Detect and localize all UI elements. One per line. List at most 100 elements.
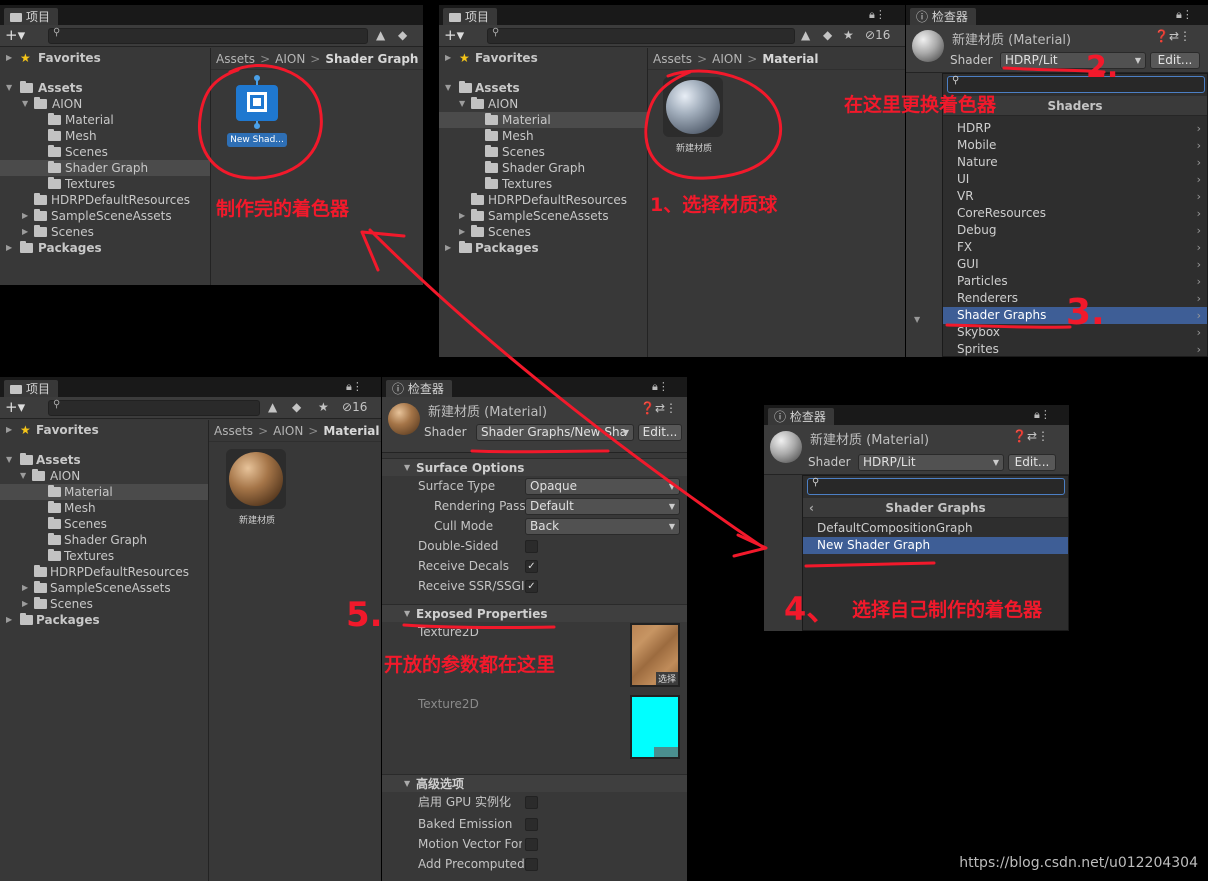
popup-item-gui[interactable]: GUI › [943,256,1207,273]
collapsed-section-arrow[interactable]: ▼ [914,315,920,324]
label-icon[interactable]: ◆ [398,28,407,42]
tab-inspector[interactable]: ⓘ 检查器 [768,408,834,426]
popup-item-fx[interactable]: FX › [943,239,1207,256]
create-plus-button[interactable]: +▾ [444,26,464,44]
tree-mesh[interactable]: Mesh [439,128,647,144]
popup-item-nature[interactable]: Nature › [943,154,1207,171]
receive-decals-checkbox[interactable]: ✓ [525,560,538,573]
edit-shader-button[interactable]: Edit... [1008,454,1056,471]
filter-type-icon[interactable]: ▲ [801,28,810,42]
tree-scenes[interactable]: Scenes [0,144,210,160]
lock-icon[interactable]: 🔒︎⋮ [346,380,363,394]
crumb-material[interactable]: Material [323,424,379,438]
shader-dropdown[interactable]: Shader Graphs/New Sha ▼ [476,424,634,441]
tree-assets[interactable]: ▼ Assets [439,80,647,96]
crumb-assets[interactable]: Assets [216,52,255,66]
help-icon[interactable]: ❓⇄⋮ [1012,429,1049,443]
texture-slot-wood[interactable]: 选择 [630,623,680,687]
tree-hdrp[interactable]: HDRPDefaultResources [0,192,210,208]
tab-project[interactable]: 项目 [4,8,59,26]
help-icon[interactable]: ❓⇄⋮ [640,401,677,415]
asset-new-material[interactable]: 新建材质 [226,449,288,526]
tree-packages[interactable]: ▶ Packages [0,612,208,628]
tree-material[interactable]: Material [439,112,647,128]
section-advanced-options[interactable]: ▼ 高级选项 [382,774,687,792]
popup-item-particles[interactable]: Particles › [943,273,1207,290]
tree-packages[interactable]: ▶ Packages [439,240,647,256]
popup-item-hdrp[interactable]: HDRP › [943,120,1207,137]
cull-mode-dropdown[interactable]: Back ▼ [525,518,680,535]
crumb-aion[interactable]: AION [273,424,303,438]
double-sided-checkbox[interactable] [525,540,538,553]
tree-sample[interactable]: ▶ SampleSceneAssets [439,208,647,224]
tab-project[interactable]: 项目 [4,380,59,398]
edit-shader-button[interactable]: Edit... [638,424,682,441]
edit-shader-button[interactable]: Edit... [1150,52,1200,69]
create-plus-button[interactable]: +▾ [5,26,25,44]
popup-item-new-shader-graph[interactable]: New Shader Graph [803,537,1068,554]
help-icon[interactable]: ❓⇄⋮ [1154,29,1191,43]
crumb-aion[interactable]: AION [275,52,305,66]
baked-emission-checkbox[interactable] [525,818,538,831]
hidden-eye-icon[interactable]: ⊘16 [342,400,367,414]
tree-favorites[interactable]: ▶ ★ Favorites [0,50,210,66]
section-surface-options[interactable]: ▼ Surface Options [382,458,687,476]
tree-mesh[interactable]: Mesh [0,128,210,144]
search-input[interactable]: ⚲ [487,27,795,44]
favorite-star-icon[interactable]: ★ [318,400,329,414]
filter-type-icon[interactable]: ▲ [268,400,277,414]
tree-material[interactable]: Material [0,112,210,128]
label-icon[interactable]: ◆ [292,400,301,414]
popup-item-sprites[interactable]: Sprites › [943,341,1207,357]
tree-scenes[interactable]: Scenes [0,516,208,532]
tab-inspector[interactable]: ⓘ 检查器 [910,8,976,26]
popup-item-debug[interactable]: Debug › [943,222,1207,239]
popup-item-coreresources[interactable]: CoreResources › [943,205,1207,222]
crumb-shader-graph[interactable]: Shader Graph [325,52,418,66]
tree-shader-graph[interactable]: Shader Graph [0,160,210,176]
tree-hdrp[interactable]: HDRPDefaultResources [0,564,208,580]
crumb-aion[interactable]: AION [712,52,742,66]
tree-sample[interactable]: ▶ SampleSceneAssets [0,208,210,224]
lock-icon[interactable]: 🔒︎⋮ [1034,408,1051,422]
tree-assets[interactable]: ▼ Assets [0,80,210,96]
filter-type-icon[interactable]: ▲ [376,28,385,42]
rendering-pass-dropdown[interactable]: Default ▼ [525,498,680,515]
tree-assets[interactable]: ▼ Assets [0,452,208,468]
popup-item-vr[interactable]: VR › [943,188,1207,205]
tree-aion[interactable]: ▼ AION [439,96,647,112]
tree-textures[interactable]: Textures [0,176,210,192]
popup-item-default-composition[interactable]: DefaultCompositionGraph [803,520,1068,537]
tree-favorites[interactable]: ▶ ★ Favorites [439,50,647,66]
texture-select-button[interactable]: 选择 [655,672,678,685]
tree-textures[interactable]: Textures [0,548,208,564]
receive-ssr-checkbox[interactable]: ✓ [525,580,538,593]
shader-dropdown[interactable]: HDRP/Lit ▼ [858,454,1004,471]
lock-icon[interactable]: 🔒︎⋮ [869,8,886,22]
tree-mesh[interactable]: Mesh [0,500,208,516]
crumb-assets[interactable]: Assets [653,52,692,66]
add-precomputed-checkbox[interactable] [525,858,538,871]
asset-new-material[interactable]: 新建材质 [663,77,725,154]
tree-aion[interactable]: ▼ AION [0,468,208,484]
motion-vector-checkbox[interactable] [525,838,538,851]
shader-dropdown[interactable]: HDRP/Lit ▼ [1000,52,1146,69]
hidden-eye-icon[interactable]: ⊘16 [865,28,890,42]
lock-icon[interactable]: 🔒︎⋮ [1176,8,1193,22]
popup-item-ui[interactable]: UI › [943,171,1207,188]
tree-scenes-root[interactable]: ▶ Scenes [0,224,210,240]
tree-scenes-root[interactable]: ▶ Scenes [0,596,208,612]
crumb-material[interactable]: Material [762,52,818,66]
asset-new-shader-graph[interactable]: New Shad... [222,75,292,147]
surface-type-dropdown[interactable]: Opaque ▼ [525,478,680,495]
tree-sample[interactable]: ▶ SampleSceneAssets [0,580,208,596]
section-exposed-properties[interactable]: ▼ Exposed Properties [382,604,687,622]
tree-textures[interactable]: Textures [439,176,647,192]
crumb-assets[interactable]: Assets [214,424,253,438]
gpu-instancing-checkbox[interactable] [525,796,538,809]
tree-packages[interactable]: ▶ Packages [0,240,210,256]
tree-aion[interactable]: ▼ AION [0,96,210,112]
tree-shader-graph[interactable]: Shader Graph [439,160,647,176]
tab-project[interactable]: 项目 [443,8,498,26]
popup-search-input[interactable]: ⚲ [807,477,1065,495]
